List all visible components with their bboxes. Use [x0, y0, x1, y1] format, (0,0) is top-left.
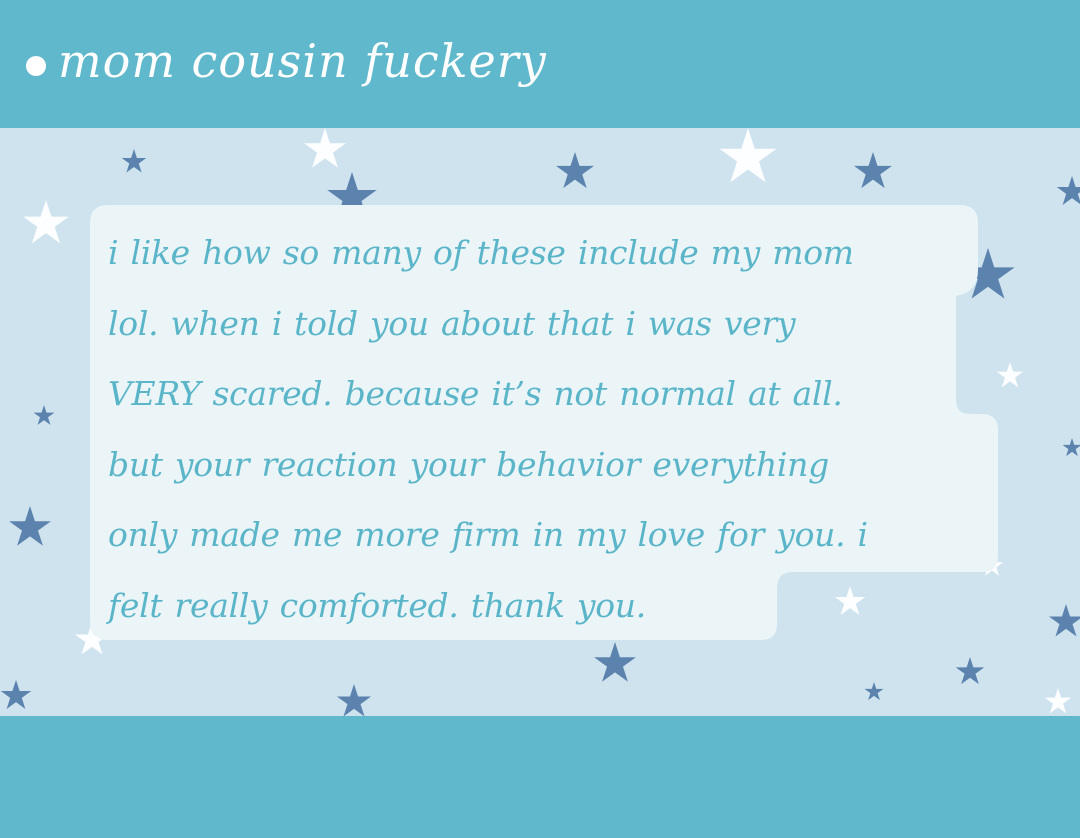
message-line: VERY scared. because it’s not normal at … — [108, 374, 843, 413]
message-line: but your reaction your behavior everythi… — [108, 444, 829, 484]
message-line: only made me more firm in my love for yo… — [108, 515, 868, 554]
message-note: i like how so many of these include my m… — [0, 0, 1080, 838]
message-line: felt really comforted. thank you. — [108, 585, 646, 625]
message-text: i like how so many of these include my m… — [108, 218, 988, 641]
message-line: i like how so many of these include my m… — [108, 233, 854, 272]
message-line: lol. when i told you about that i was ve… — [108, 303, 796, 343]
